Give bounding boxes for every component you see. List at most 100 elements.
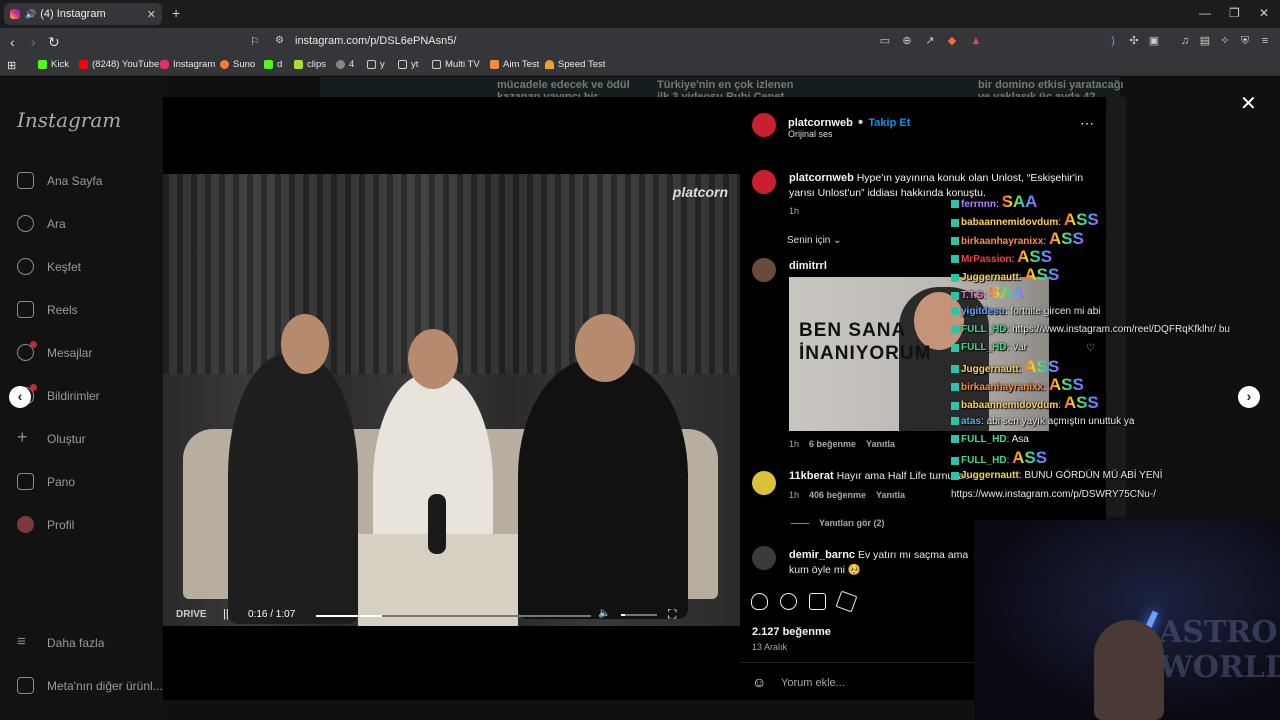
follow-button[interactable]: Takip Et [868, 117, 910, 129]
search-icon [17, 215, 34, 232]
sidebar-item-messages[interactable]: Mesajlar [17, 341, 92, 361]
back-button[interactable]: ‹ [10, 34, 15, 50]
minimize-button[interactable]: — [1199, 6, 1211, 20]
tab-close-icon[interactable]: ✕ [147, 8, 156, 21]
bookmark-youtube[interactable]: (8248) YouTube [79, 59, 159, 70]
menu-icon[interactable]: ≡ [1259, 35, 1271, 47]
bookmark-clips[interactable]: clips [294, 59, 326, 70]
seek-bar[interactable] [316, 615, 591, 617]
close-icon[interactable]: ✕ [1240, 91, 1257, 116]
sort-dropdown[interactable]: Senin için ⌄ [787, 235, 842, 246]
bookmark-folder-yt[interactable]: yt [398, 59, 418, 70]
bookmark-multitv[interactable]: Multi TV [432, 59, 480, 70]
bookmark-speedtest[interactable]: Speed Test [545, 59, 605, 70]
window-close-button[interactable]: ✕ [1259, 6, 1269, 20]
reload-button[interactable]: ↻ [48, 34, 60, 51]
sidebar-item-meta[interactable]: Meta'nın diğer ürünl... [17, 677, 163, 694]
comment-icon[interactable] [780, 593, 797, 610]
comment-likes[interactable]: 406 beğenme [809, 490, 866, 500]
pause-button[interactable]: || [223, 608, 229, 620]
vpn-icon[interactable]: ⛨ [1239, 35, 1251, 47]
sidebar-item-search[interactable]: Ara [17, 215, 66, 232]
share-icon[interactable] [835, 590, 858, 613]
tab-instagram[interactable]: 🔊 (4) Instagram ✕ [4, 3, 162, 25]
zoom-icon[interactable]: ⊕ [901, 35, 913, 47]
sidebar-item-reels[interactable]: Reels [17, 301, 78, 318]
more-options-icon[interactable]: ⋯ [1080, 115, 1095, 132]
caption-username[interactable]: platcornweb [789, 172, 854, 184]
brave-rewards-icon[interactable]: ▲ [970, 35, 982, 47]
commenter-avatar[interactable] [752, 546, 776, 570]
sidebar-icon[interactable]: ▤ [1199, 35, 1211, 47]
author-avatar[interactable] [752, 113, 776, 137]
cast-icon[interactable]: ▭ [879, 35, 891, 47]
chat-username: atas [961, 415, 982, 427]
maximize-button[interactable]: ❐ [1229, 6, 1240, 20]
commenter-avatar[interactable] [752, 258, 776, 282]
bookmark-instagram[interactable]: Instagram [160, 59, 215, 70]
background-text: mücadele edecek ve ödül [497, 79, 630, 91]
chat-message: yigitdesu: fortnite gircen mi abi [951, 303, 1280, 321]
bookmarks-bar: ⊞ Kick (8248) YouTube Instagram Suno d c… [0, 56, 1280, 76]
author-username[interactable]: platcornweb [788, 117, 853, 129]
new-tab-button[interactable]: + [172, 5, 180, 21]
kick-icon [264, 60, 273, 69]
comment-username[interactable]: demir_barnc [789, 549, 855, 561]
comment-username[interactable]: dimitrrl [789, 260, 827, 272]
volume-icon[interactable]: 🔈 [598, 608, 610, 619]
bookmark-icon[interactable]: ⚐ [250, 35, 260, 48]
background-text: Türkiye'nin en çok izlenen [657, 79, 794, 91]
chat-message: birkaanhayranixx: ASS [951, 230, 1280, 248]
forward-button[interactable]: › [31, 34, 36, 50]
fox-icon [490, 60, 499, 69]
sidebar-item-more[interactable]: ≡ Daha fazla [17, 634, 104, 651]
share-icon[interactable]: ↗ [924, 35, 936, 47]
audio-icon: 🔊 [25, 8, 37, 19]
author-avatar[interactable] [752, 170, 776, 194]
site-info-icon[interactable]: ⚙ [275, 35, 284, 46]
leo-ai-icon[interactable]: ✧ [1219, 35, 1231, 47]
suno-icon [220, 60, 229, 69]
chat-emote: ASS [1048, 229, 1084, 248]
chat-username: FULL_HD [961, 342, 1007, 354]
messages-badge [30, 341, 37, 348]
volume-slider[interactable] [621, 614, 657, 616]
music-icon[interactable]: ♫ [1179, 35, 1191, 47]
sidebar-item-profile[interactable]: Profil [17, 516, 74, 533]
bookmark-d[interactable]: d [264, 59, 282, 70]
sidebar-item-create[interactable]: + Oluştur [17, 428, 86, 447]
video-frame[interactable]: platcorn DRIVE || 0:16 / 1:07 🔈 ⛶ [163, 174, 740, 626]
audio-label[interactable]: Orijinal ses [788, 129, 833, 139]
sidebar-item-explore[interactable]: Keşfet [17, 258, 81, 275]
like-icon[interactable] [751, 593, 768, 610]
sound-ext-icon[interactable]: ) [1107, 35, 1119, 47]
view-replies-button[interactable]: Yanıtları gör (2) [791, 518, 885, 528]
repost-icon[interactable] [809, 593, 826, 610]
reply-button[interactable]: Yanıtla [876, 490, 905, 500]
chat-username: Juggernautt [961, 272, 1019, 284]
wallet-icon[interactable]: ▣ [1148, 35, 1160, 47]
bookmark-4[interactable]: 4 [336, 59, 354, 70]
apps-grid-icon[interactable]: ⊞ [7, 59, 16, 72]
sidebar-item-dashboard[interactable]: Pano [17, 473, 75, 490]
video-player[interactable]: platcorn DRIVE || 0:16 / 1:07 🔈 ⛶ [163, 97, 740, 700]
commenter-avatar[interactable] [752, 471, 776, 495]
comment-input[interactable]: Yorum ekle... [781, 677, 845, 689]
instagram-logo[interactable]: Instagram [17, 108, 121, 132]
extensions-icon[interactable]: ✣ [1128, 35, 1140, 47]
comment-text: Hayır ama Half Life turnuvası... [836, 470, 969, 482]
bookmark-suno[interactable]: Suno [220, 59, 255, 70]
comment-likes[interactable]: 6 beğenme [809, 439, 856, 449]
bookmark-kick[interactable]: Kick [38, 59, 69, 70]
brave-shield-icon[interactable]: ◆ [946, 35, 958, 47]
previous-post-button[interactable]: ‹ [9, 386, 31, 408]
fullscreen-icon[interactable]: ⛶ [668, 607, 676, 622]
emoji-icon[interactable]: ☺ [752, 674, 766, 690]
comment-username[interactable]: 11kberat [789, 470, 834, 482]
chevron-down-icon: ⌄ [833, 235, 842, 246]
likes-count[interactable]: 2.127 beğenme [752, 626, 831, 638]
bookmark-folder-y[interactable]: y [367, 59, 385, 70]
reply-button[interactable]: Yanıtla [866, 439, 895, 449]
sidebar-item-home[interactable]: Ana Sayfa [17, 172, 102, 189]
bookmark-aimtest[interactable]: Aim Test [490, 59, 539, 70]
